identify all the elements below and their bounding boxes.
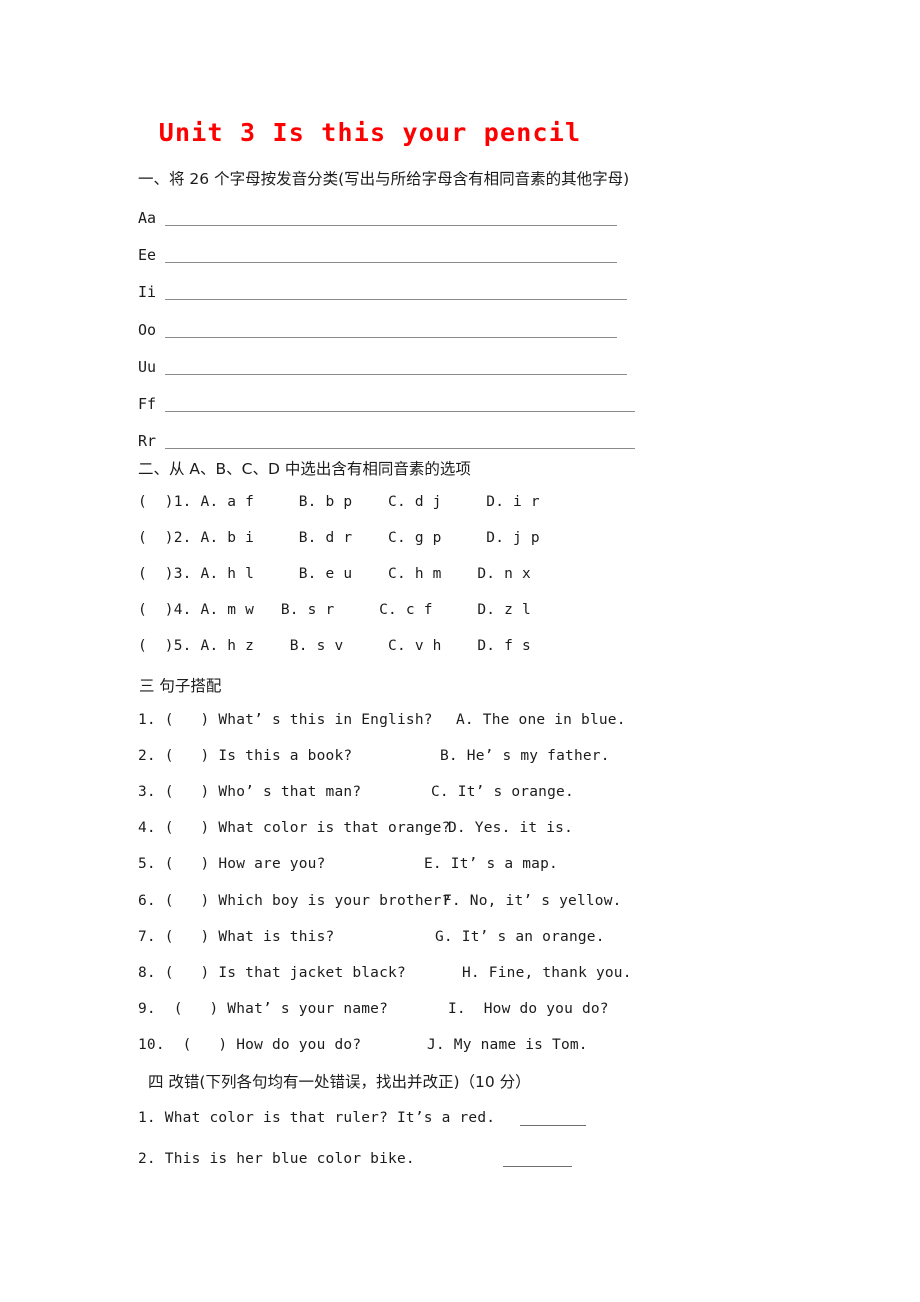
answer-blank[interactable] [165,212,617,226]
letter-row: Ii [138,276,627,302]
section-four-heading: 四 改错(下列各句均有一处错误，找出并改正)（10 分） [148,1073,531,1091]
letter-row: Uu [138,351,627,375]
page-title: Unit 3 Is this your pencil [158,118,582,147]
correction-blank[interactable] [503,1166,572,1167]
correction-item: 2. This is her blue color bike. [138,1151,415,1167]
matching-question[interactable]: 9. ( ) What’ s your name? [138,1001,388,1017]
matching-answer[interactable]: B. He’ s my father. [440,748,610,764]
answer-blank[interactable] [165,435,635,450]
section-three-heading: 三 句子搭配 [139,677,222,695]
multiple-choice-item[interactable]: ( )4. A. m w B. s r C. c f D. z l [138,602,531,618]
letter-label: Uu [138,357,157,376]
letter-row: Aa [138,202,617,226]
section-two-heading: 二、从 A、B、C、D 中选出含有相同音素的选项 [138,460,471,478]
matching-question[interactable]: 3. ( ) Who’ s that man? [138,784,361,800]
matching-question[interactable]: 7. ( ) What is this? [138,929,334,945]
matching-answer[interactable]: H. Fine, thank you. [462,965,632,981]
matching-answer[interactable]: J. My name is Tom. [427,1037,588,1053]
multiple-choice-item[interactable]: ( )5. A. h z B. s v C. v h D. f s [138,638,531,654]
matching-question[interactable]: 10. ( ) How do you do? [138,1037,361,1053]
worksheet-page: Unit 3 Is this your pencil 一、将 26 个字母按发音… [0,0,920,1302]
multiple-choice-item[interactable]: ( )1. A. a f B. b p C. d j D. i r [138,494,540,510]
multiple-choice-item[interactable]: ( )3. A. h l B. e u C. h m D. n x [138,566,531,582]
section-one-heading: 一、将 26 个字母按发音分类(写出与所给字母含有相同音素的其他字母) [138,170,630,188]
matching-answer[interactable]: G. It’ s an orange. [435,929,605,945]
matching-answer[interactable]: C. It’ s orange. [431,784,574,800]
matching-question[interactable]: 2. ( ) Is this a book? [138,748,352,764]
letter-label: Oo [138,320,157,339]
answer-blank[interactable] [165,361,627,375]
correction-item: 1. What color is that ruler? It’s a red. [138,1110,496,1126]
letter-row: Oo [138,314,617,338]
answer-blank[interactable] [165,324,617,338]
letter-row: Ff [138,388,635,412]
matching-answer[interactable]: E. It’ s a map. [424,856,558,872]
letter-row: Rr [138,425,635,451]
answer-blank[interactable] [165,398,635,412]
letter-label: Ff [138,395,157,413]
letter-label: Ii [138,283,157,302]
matching-answer[interactable]: D. Yes. it is. [448,820,573,836]
answer-blank[interactable] [165,286,627,301]
correction-blank[interactable] [520,1125,586,1126]
matching-question[interactable]: 5. ( ) How are you? [138,856,326,872]
letter-row: Ee [138,239,617,265]
matching-question[interactable]: 1. ( ) What’ s this in English? [138,712,433,728]
matching-question[interactable]: 6. ( ) Which boy is your brother? [138,893,451,909]
answer-blank[interactable] [165,249,617,264]
letter-label: Rr [138,432,157,451]
matching-answer[interactable]: F. No, it’ s yellow. [443,893,622,909]
matching-question[interactable]: 4. ( ) What color is that orange? [138,820,451,836]
multiple-choice-item[interactable]: ( )2. A. b i B. d r C. g p D. j p [138,530,540,546]
matching-question[interactable]: 8. ( ) Is that jacket black? [138,965,406,981]
matching-answer[interactable]: A. The one in blue. [456,712,626,728]
matching-answer[interactable]: I. How do you do? [448,1001,609,1017]
letter-label: Ee [138,246,157,265]
letter-label: Aa [138,209,157,227]
